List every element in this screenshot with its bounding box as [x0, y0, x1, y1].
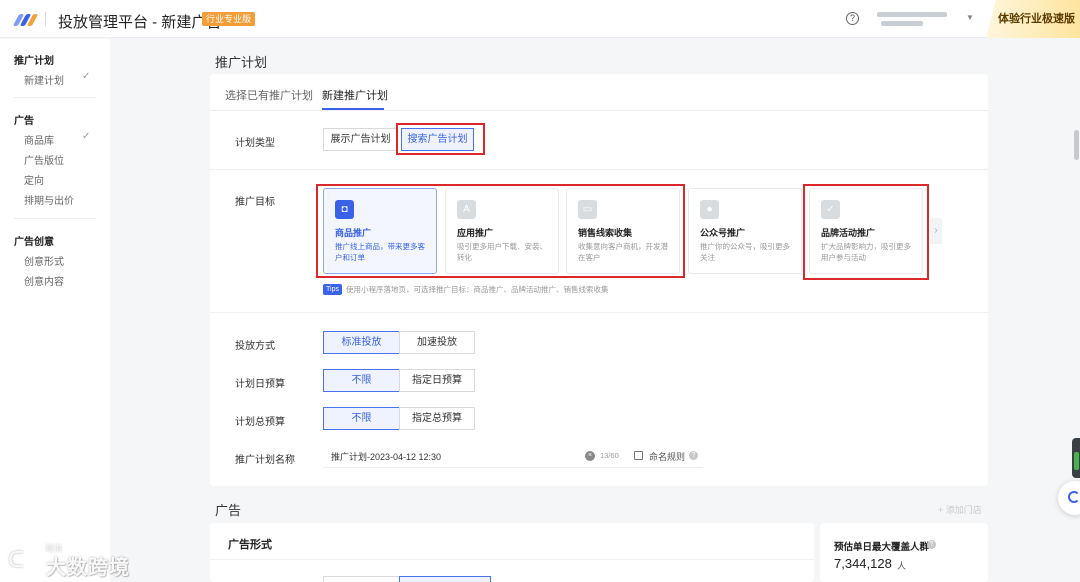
tab-select-existing-plan[interactable]: 选择已有推广计划 — [225, 87, 313, 103]
ad-format-title: 广告形式 — [228, 539, 272, 551]
total-budget-specify-option[interactable]: 指定总预算 — [399, 407, 475, 430]
upgrade-edition-button[interactable]: 体验行业极速版 — [986, 0, 1080, 38]
check-icon: ✓ — [82, 71, 91, 82]
add-store-button[interactable]: + 添加门店 — [938, 503, 982, 516]
side-panel-tab[interactable] — [1072, 438, 1080, 478]
tab-new-plan[interactable]: 新建推广计划 — [322, 87, 388, 103]
top-bar: 投放管理平台 - 新建广告 行业专业版 ? ▼ 体验行业极速版 — [0, 0, 1080, 38]
sidebar: 推广计划 新建计划 ✓ 广告 商品库 ✓ 广告版位 定向 排期与出价 广告创意 … — [0, 39, 110, 582]
customer-service-icon[interactable] — [1058, 481, 1080, 515]
watermark-logo-icon: ᑕ — [8, 547, 25, 572]
accelerated-delivery-option[interactable]: 加速投放 — [399, 331, 475, 354]
sidebar-item-creative-format[interactable]: 创意形式 — [24, 253, 64, 268]
naming-rule-icon[interactable] — [634, 451, 643, 460]
help-icon[interactable]: ? — [927, 540, 936, 549]
naming-rule-link[interactable]: 命名规则 — [649, 450, 685, 463]
account-dropdown-icon[interactable]: ▼ — [966, 13, 974, 22]
section-title-ad: 广告 — [215, 503, 242, 518]
standard-delivery-option[interactable]: 标准投放 — [323, 331, 400, 354]
delivery-mode-label: 投放方式 — [235, 341, 275, 352]
plan-name-label: 推广计划名称 — [235, 455, 295, 466]
sidebar-item-ad-placement[interactable]: 广告版位 — [24, 152, 64, 167]
sidebar-item-creative-content[interactable]: 创意内容 — [24, 273, 64, 288]
ad-format-card: 广告形式 — [210, 523, 814, 582]
coverage-estimate-card: 预估单日最大覆盖人群 ? 7,344,128 人 — [820, 523, 988, 582]
plan-type-label: 计划类型 — [235, 138, 275, 149]
coverage-estimate-label: 预估单日最大覆盖人群 — [834, 542, 930, 553]
sidebar-item-targeting[interactable]: 定向 — [24, 172, 44, 187]
platform-logo-icon[interactable] — [12, 11, 39, 27]
chevron-right-icon[interactable]: › — [930, 218, 942, 244]
official-account-icon: ● — [700, 200, 719, 219]
page-title: 投放管理平台 - 新建广告 — [58, 14, 222, 31]
highlight-box — [803, 184, 929, 280]
ad-format-option[interactable] — [323, 576, 400, 582]
row-divider — [210, 559, 814, 560]
watermark-text: 大数跨境 — [46, 557, 130, 579]
ad-format-option-selected[interactable] — [399, 576, 491, 582]
header-divider — [45, 12, 46, 26]
coverage-estimate-unit: 人 — [897, 561, 907, 571]
plan-card: 选择已有推广计划 新建推广计划 计划类型 展示广告计划 搜索广告计划 推广目标 … — [210, 74, 988, 486]
help-icon[interactable]: ? — [689, 451, 698, 460]
scrollbar-thumb[interactable] — [1074, 130, 1079, 160]
daily-budget-label: 计划日预算 — [235, 379, 285, 390]
sidebar-item-product-library[interactable]: 商品库 — [24, 132, 54, 147]
sidebar-divider — [14, 218, 96, 219]
daily-budget-specify-option[interactable]: 指定日预算 — [399, 369, 475, 392]
row-divider — [210, 169, 988, 170]
char-counter: 13/60 — [600, 451, 619, 460]
sidebar-group-ad[interactable]: 广告 — [14, 112, 34, 127]
tips-badge: Tips — [323, 284, 342, 295]
coverage-estimate-value: 7,344,128 — [834, 556, 892, 571]
highlight-box — [396, 123, 485, 155]
plan-name-input[interactable]: 推广计划-2023-04-12 12:30 × 13/60 命名规则 ? — [323, 446, 703, 468]
sidebar-group-creative[interactable]: 广告创意 — [14, 233, 54, 248]
sidebar-item-new-plan[interactable]: 新建计划 — [24, 72, 64, 87]
goal-title: 公众号推广 — [700, 228, 746, 238]
sidebar-group-plan[interactable]: 推广计划 — [14, 52, 54, 67]
help-icon[interactable]: ? — [846, 12, 859, 25]
total-budget-unlimited-option[interactable]: 不限 — [323, 407, 400, 430]
tips-text: 使用小程序落地页，可选择推广目标：商品推广、品牌活动推广、销售线索收集 — [346, 285, 609, 294]
display-ad-plan-option[interactable]: 展示广告计划 — [323, 128, 398, 151]
daily-budget-unlimited-option[interactable]: 不限 — [323, 369, 400, 392]
plan-name-value[interactable]: 推广计划-2023-04-12 12:30 — [331, 450, 441, 463]
sidebar-divider — [14, 97, 96, 98]
clear-icon[interactable]: × — [585, 451, 595, 461]
check-icon: ✓ — [82, 131, 91, 142]
goal-description: 推广你的公众号，吸引更多关注 — [700, 242, 790, 262]
sidebar-item-schedule-bid[interactable]: 排期与出价 — [24, 192, 74, 207]
goal-card-official-account[interactable]: ● 公众号推广 推广你的公众号，吸引更多关注 — [688, 188, 802, 274]
watermark: ᑕ 取消 大数跨境 — [8, 541, 148, 581]
total-budget-label: 计划总预算 — [235, 417, 285, 428]
section-title-plan: 推广计划 — [215, 55, 268, 70]
edition-badge: 行业专业版 — [202, 12, 256, 26]
tabs-divider — [210, 110, 988, 111]
highlight-box — [316, 184, 685, 278]
row-divider — [210, 312, 988, 313]
account-name-blurred[interactable] — [875, 9, 955, 29]
promotion-goal-label: 推广目标 — [235, 197, 275, 208]
